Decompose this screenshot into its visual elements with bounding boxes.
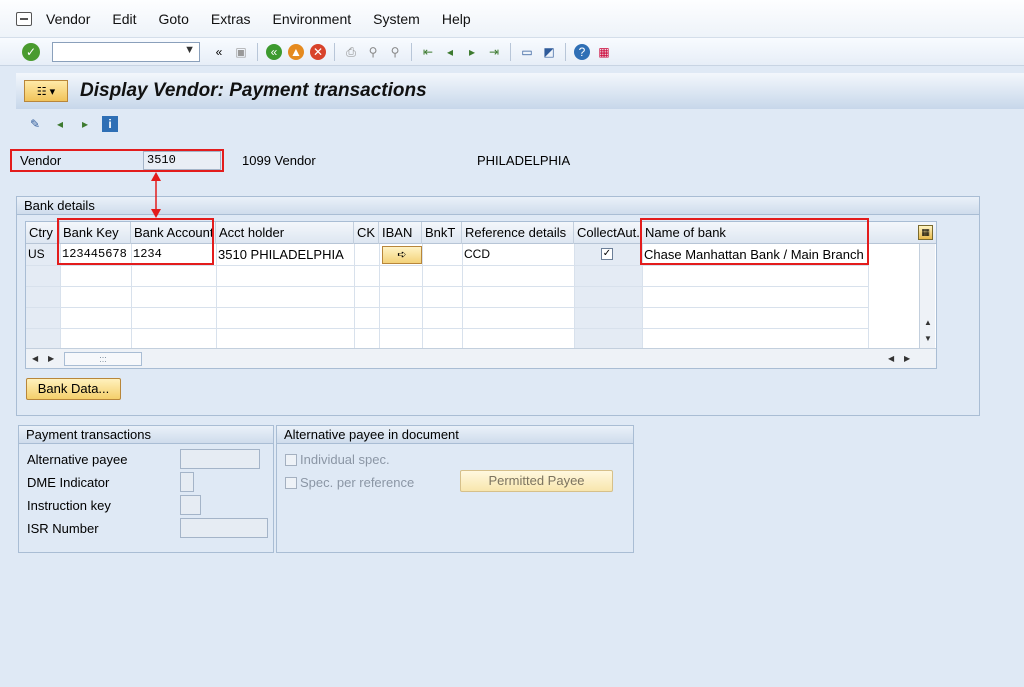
cell-acct-holder[interactable]: 3510 PHILADELPHIA [216, 244, 354, 265]
scroll-left-icon[interactable]: ◀ [32, 354, 38, 363]
payment-transactions-group: Payment transactions Alternative payee D… [18, 425, 274, 553]
menu-bar: Vendor Edit Goto Extras Environment Syst… [0, 0, 1024, 38]
cell-ctry[interactable]: US [26, 244, 60, 265]
iban-button[interactable]: ➪ [382, 246, 422, 264]
vendor-number-field[interactable]: 3510 [143, 151, 221, 170]
alternative-payee-label: Alternative payee [27, 452, 128, 467]
column-header-reference[interactable]: Reference details [462, 222, 574, 244]
display-change-icon[interactable]: ✎ [27, 116, 43, 132]
vendor-name: 1099 Vendor [242, 153, 316, 168]
cell-ck[interactable] [354, 244, 379, 265]
vendor-label: Vendor [20, 153, 62, 168]
menu-goto[interactable]: Goto [159, 11, 189, 27]
shortcut-icon[interactable]: ◩ [541, 44, 557, 60]
standard-toolbar: ✓ ▼ « ▣ « ▲ ✕ ⎙ ⚲ ⚲ ⇤ ◂ ▸ ⇥ ▭ ◩ ? ▦ [0, 38, 1024, 66]
individual-spec-label: Individual spec. [300, 452, 390, 467]
instruction-key-label: Instruction key [27, 498, 111, 513]
scroll-right-end-icon[interactable]: ▶ [904, 354, 910, 363]
save-icon[interactable]: ▣ [233, 44, 249, 60]
arrow-right-icon: ➪ [397, 249, 407, 261]
cell-bank-key[interactable]: 123445678 [60, 244, 131, 265]
column-settings-icon[interactable]: ▦ [918, 225, 933, 240]
menu-edit[interactable]: Edit [112, 11, 136, 27]
enter-icon[interactable]: ✓ [22, 42, 40, 61]
spec-per-reference-label: Spec. per reference [300, 475, 415, 490]
menu-extras[interactable]: Extras [211, 11, 251, 27]
previous-page-icon[interactable]: ◂ [442, 44, 458, 60]
alternative-payee-document-group: Alternative payee in document Individual… [276, 425, 634, 553]
bank-details-group: Bank details Ctry Bank Key Bank Account … [16, 196, 980, 416]
cell-bank-account[interactable]: 1234 [131, 244, 216, 265]
menu-icon[interactable] [16, 11, 32, 26]
title-bar: ☷ ▾ Display Vendor: Payment transactions [16, 73, 1024, 109]
table-header: Ctry Bank Key Bank Account Acct holder C… [26, 222, 936, 244]
back-icon[interactable]: « [266, 43, 282, 60]
column-header-bnkt[interactable]: BnkT [422, 222, 462, 244]
permitted-payee-button[interactable]: Permitted Payee [460, 470, 613, 492]
column-header-iban[interactable]: IBAN [379, 222, 422, 244]
dme-indicator-field[interactable] [180, 472, 194, 492]
exit-icon[interactable]: ▲ [288, 43, 304, 60]
highlight-arrow [151, 172, 161, 218]
column-header-ck[interactable]: CK [354, 222, 379, 244]
instruction-key-field[interactable] [180, 495, 201, 515]
cancel-icon[interactable]: ✕ [310, 43, 326, 60]
help-icon[interactable]: ? [574, 43, 590, 60]
column-header-collect-aut[interactable]: CollectAut. [574, 222, 642, 244]
isr-number-label: ISR Number [27, 521, 99, 536]
column-header-bank-key[interactable]: Bank Key [60, 222, 131, 244]
scroll-right-icon[interactable]: ▶ [48, 354, 54, 363]
find-next-icon[interactable]: ⚲ [387, 44, 403, 60]
object-services-button[interactable]: ☷ ▾ [24, 80, 68, 102]
vendor-city: PHILADELPHIA [477, 153, 571, 168]
scroll-up-icon[interactable]: ▲ [924, 318, 932, 327]
chevron-down-icon[interactable]: ▼ [184, 44, 195, 56]
cell-bank-name[interactable]: Chase Manhattan Bank / Main Branch [642, 244, 868, 265]
menu-system[interactable]: System [373, 11, 420, 27]
horizontal-scrollbar[interactable]: ◀ ▶ ::: ◀ ▶ [26, 348, 936, 368]
isr-number-field[interactable] [180, 518, 268, 538]
cell-reference[interactable]: CCD [462, 244, 574, 265]
column-header-ctry[interactable]: Ctry [26, 222, 60, 244]
info-icon[interactable]: i [102, 116, 118, 132]
scroll-thumb[interactable]: ::: [64, 352, 142, 366]
column-header-bank-account[interactable]: Bank Account [131, 222, 216, 244]
bank-data-button[interactable]: Bank Data... [26, 378, 121, 400]
collect-aut-checkbox[interactable]: ✓ [601, 248, 613, 260]
page-title: Display Vendor: Payment transactions [80, 80, 427, 101]
next-screen-icon[interactable]: ▸ [77, 116, 93, 132]
find-icon[interactable]: ⚲ [365, 44, 381, 60]
menu-vendor[interactable]: Vendor [46, 11, 90, 27]
last-page-icon[interactable]: ⇥ [486, 44, 502, 60]
alternative-payee-document-title: Alternative payee in document [277, 426, 633, 444]
menu-environment[interactable]: Environment [273, 11, 352, 27]
customize-layout-icon[interactable]: ▦ [596, 44, 612, 60]
cell-bnkt[interactable] [422, 244, 462, 265]
first-page-icon[interactable]: ⇤ [420, 44, 436, 60]
application-toolbar: ✎ ◂ ▸ i [24, 116, 124, 132]
vertical-scrollbar[interactable]: ▲ ▼ [919, 244, 935, 348]
command-field[interactable]: ▼ [52, 41, 200, 62]
print-icon[interactable]: ⎙ [343, 44, 359, 60]
collapse-icon[interactable]: « [211, 44, 227, 60]
alternative-payee-field[interactable] [180, 449, 260, 469]
column-header-bank-name[interactable]: Name of bank [642, 222, 868, 244]
bank-details-table: Ctry Bank Key Bank Account Acct holder C… [25, 221, 937, 369]
next-page-icon[interactable]: ▸ [464, 44, 480, 60]
scroll-left-end-icon[interactable]: ◀ [888, 354, 894, 363]
column-header-acct-holder[interactable]: Acct holder [216, 222, 354, 244]
create-session-icon[interactable]: ▭ [519, 44, 535, 60]
dme-indicator-label: DME Indicator [27, 475, 110, 490]
previous-screen-icon[interactable]: ◂ [52, 116, 68, 132]
menu-help[interactable]: Help [442, 11, 471, 27]
payment-transactions-title: Payment transactions [19, 426, 273, 444]
spec-per-reference-checkbox[interactable] [285, 477, 297, 489]
individual-spec-checkbox[interactable] [285, 454, 297, 466]
scroll-down-icon[interactable]: ▼ [924, 334, 932, 343]
